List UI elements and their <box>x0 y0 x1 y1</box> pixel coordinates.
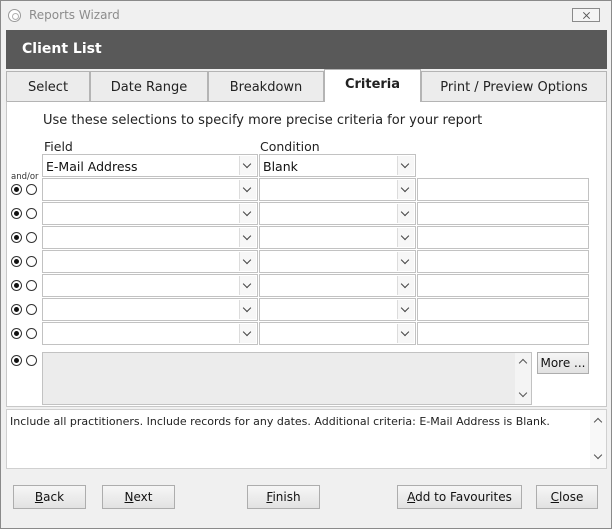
tab-breakdown[interactable]: Breakdown <box>208 71 324 101</box>
report-header: Client List <box>6 30 607 69</box>
criteria-value-input[interactable] <box>417 274 589 297</box>
field-select[interactable] <box>42 322 258 345</box>
close-window-button[interactable] <box>572 8 600 22</box>
next-button[interactable]: Next <box>102 485 175 509</box>
field-select[interactable] <box>42 298 258 321</box>
condition-select[interactable] <box>259 250 416 273</box>
finish-button[interactable]: Finish <box>247 485 320 509</box>
chevron-down-icon[interactable] <box>239 156 256 175</box>
chevron-down-icon[interactable] <box>397 156 414 175</box>
criteria-value-input[interactable] <box>417 298 589 321</box>
criteria-memo-box[interactable] <box>42 352 532 405</box>
chevron-down-icon[interactable] <box>239 300 256 319</box>
field-select[interactable] <box>42 250 258 273</box>
condition-select[interactable] <box>259 202 416 225</box>
or-radio[interactable] <box>26 184 37 195</box>
tab-select[interactable]: Select <box>6 71 90 101</box>
app-icon <box>8 9 21 22</box>
chevron-down-icon[interactable] <box>239 276 256 295</box>
condition-select[interactable] <box>259 322 416 345</box>
summary-text: Include all practitioners. Include recor… <box>10 415 550 428</box>
and-radio[interactable] <box>11 184 22 195</box>
or-radio[interactable] <box>26 328 37 339</box>
summary-scrollbar[interactable] <box>590 410 606 468</box>
window-title: Reports Wizard <box>29 8 120 22</box>
or-radio[interactable] <box>26 280 37 291</box>
and-radio[interactable] <box>11 280 22 291</box>
condition-select[interactable] <box>259 274 416 297</box>
or-radio[interactable] <box>26 208 37 219</box>
field-select[interactable] <box>42 274 258 297</box>
condition-select[interactable] <box>259 226 416 249</box>
and-radio[interactable] <box>11 256 22 267</box>
and-radio[interactable] <box>11 208 22 219</box>
field-select[interactable] <box>42 226 258 249</box>
chevron-down-icon[interactable] <box>239 228 256 247</box>
and-radio[interactable] <box>11 328 22 339</box>
tab-date-range[interactable]: Date Range <box>90 71 208 101</box>
scroll-down-icon[interactable] <box>593 450 603 460</box>
reports-wizard-window: Reports Wizard Client List Select Date R… <box>0 0 612 529</box>
and-radio[interactable] <box>11 232 22 243</box>
chevron-down-icon[interactable] <box>397 276 414 295</box>
tab-print-preview-options[interactable]: Print / Preview Options <box>421 71 607 101</box>
close-button[interactable]: Close <box>536 485 598 509</box>
condition-select-value: Blank <box>263 159 298 174</box>
criteria-value-input[interactable] <box>417 322 589 345</box>
criteria-value-input[interactable] <box>417 202 589 225</box>
chevron-down-icon[interactable] <box>239 180 256 199</box>
title-bar: Reports Wizard <box>1 1 611 29</box>
tab-criteria[interactable]: Criteria <box>324 69 421 102</box>
back-button[interactable]: Back <box>13 485 86 509</box>
chevron-down-icon[interactable] <box>397 228 414 247</box>
criteria-value-input[interactable] <box>417 178 589 201</box>
memo-and-radio[interactable] <box>11 355 22 366</box>
or-radio[interactable] <box>26 256 37 267</box>
condition-column-label: Condition <box>260 139 320 154</box>
more-button[interactable]: More ... <box>537 352 589 374</box>
chevron-down-icon[interactable] <box>397 252 414 271</box>
memo-or-radio[interactable] <box>26 355 37 366</box>
criteria-value-input[interactable] <box>417 226 589 249</box>
scroll-down-icon[interactable] <box>518 388 528 398</box>
chevron-down-icon[interactable] <box>397 180 414 199</box>
summary-box[interactable]: Include all practitioners. Include recor… <box>6 409 607 469</box>
chevron-down-icon[interactable] <box>239 252 256 271</box>
chevron-down-icon[interactable] <box>239 204 256 223</box>
field-select-value: E-Mail Address <box>46 159 138 174</box>
tab-bar: Select Date Range Breakdown Criteria Pri… <box>6 69 607 102</box>
chevron-down-icon[interactable] <box>397 324 414 343</box>
chevron-down-icon[interactable] <box>239 324 256 343</box>
condition-select[interactable] <box>259 298 416 321</box>
add-to-favourites-button[interactable]: Add to Favourites <box>397 485 522 509</box>
field-select[interactable] <box>42 178 258 201</box>
criteria-panel: Use these selections to specify more pre… <box>6 101 607 407</box>
condition-select[interactable]: Blank <box>259 154 416 177</box>
condition-select[interactable] <box>259 178 416 201</box>
or-radio[interactable] <box>26 304 37 315</box>
and-radio[interactable] <box>11 304 22 315</box>
chevron-down-icon[interactable] <box>397 204 414 223</box>
field-select[interactable] <box>42 202 258 225</box>
field-select[interactable]: E-Mail Address <box>42 154 258 177</box>
field-column-label: Field <box>44 139 73 154</box>
report-title: Client List <box>22 41 102 57</box>
or-radio[interactable] <box>26 232 37 243</box>
scroll-up-icon[interactable] <box>593 417 603 427</box>
andor-label: and/or <box>11 172 39 182</box>
criteria-value-input[interactable] <box>417 250 589 273</box>
chevron-down-icon[interactable] <box>397 300 414 319</box>
criteria-instruction: Use these selections to specify more pre… <box>43 113 483 128</box>
scroll-up-icon[interactable] <box>518 358 528 368</box>
memo-scrollbar[interactable] <box>515 353 531 404</box>
